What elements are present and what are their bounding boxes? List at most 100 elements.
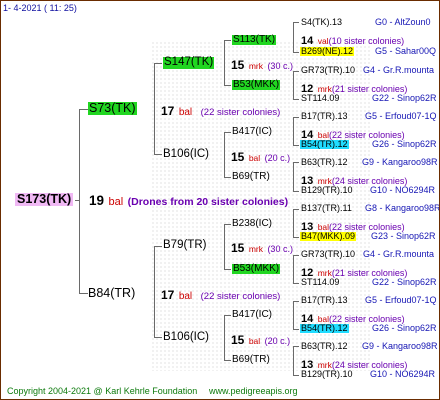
connector-line (293, 162, 294, 192)
connector-line (293, 117, 294, 146)
ancestor-r4[interactable]: B63(TR).12 (301, 158, 348, 167)
root-queen[interactable]: S173(TK) (15, 193, 74, 206)
connector-line (293, 52, 299, 53)
connector-line (154, 246, 155, 338)
connector-line (293, 209, 299, 210)
connector-line (293, 346, 294, 376)
ancestor-r6[interactable]: GR73(TR).10 (301, 250, 355, 259)
gen3-a-mating-info: 15 mrk (30 c.) (231, 57, 293, 73)
gen3-queen-d[interactable]: B106(IC) (163, 331, 209, 344)
gen4-queen-2[interactable]: B53(MKK) (232, 80, 281, 90)
ancestor-r8b[interactable]: B129(TR).10 (301, 370, 353, 379)
gen4-queen-7[interactable]: B417(IC) (232, 310, 272, 320)
connector-line (224, 269, 231, 270)
connector-line (224, 315, 225, 361)
gen4-queen-6[interactable]: B53(MKK) (232, 264, 281, 274)
connector-line (224, 132, 225, 178)
gen4-queen-5[interactable]: B238(IC) (232, 219, 272, 229)
gen3-queen-c[interactable]: B79(TR) (163, 239, 206, 252)
gen3-c-unit: mrk (248, 244, 263, 254)
ancestor-r1[interactable]: S4(TK).13 (301, 18, 342, 27)
gen3-queen-a[interactable]: S147(TK) (163, 56, 215, 69)
connector-line (293, 301, 294, 330)
connector-line (293, 375, 299, 376)
sire2-mating-info: 17 bal (22 sister colonies) (161, 287, 280, 303)
ancestor-r8[interactable]: B63(TR).12 (301, 342, 348, 351)
connector-line (293, 329, 299, 330)
ancestor-r5[interactable]: B137(TR).11 (301, 204, 352, 213)
connector-line (293, 99, 299, 100)
gen3-b-colonies: (20 c.) (264, 153, 291, 163)
ancestor-r3b-code: G26 - Sinop62R (372, 139, 437, 149)
connector-line (224, 132, 231, 133)
connector-line (293, 255, 294, 284)
gen3-c-mating-info: 15 mrk (30 c.) (231, 240, 293, 256)
gen3-d-colonies: (20 c.) (264, 336, 291, 346)
ancestor-r2b[interactable]: ST114.09 (301, 94, 339, 103)
connector-line (224, 224, 231, 225)
connector-line (293, 191, 299, 192)
sire1-colonies: (22 sister colonies) (200, 107, 281, 118)
connector-line (293, 283, 299, 284)
ancestor-r6b[interactable]: ST114.09 (301, 278, 339, 287)
ancestor-r3-code: G5 - Erfoud07-1Q (365, 111, 437, 121)
connector-line (293, 301, 299, 302)
ancestor-r7b-code: G26 - Sinop62R (372, 323, 437, 333)
sire1-mating-info: 17 bal (22 sister colonies) (161, 103, 280, 119)
connector-line (293, 22, 299, 23)
connector-line (224, 40, 231, 41)
ancestor-r4-code: G9 - Kangaroo98R (362, 157, 438, 167)
connector-line (79, 109, 80, 294)
gen3-b-unit: bal (248, 153, 261, 163)
ancestor-r1b-code: G5 - Sahar00Q (375, 46, 437, 56)
ancestor-r5b[interactable]: B47(MKK).09 (300, 232, 357, 241)
gen3-queen-b[interactable]: B106(IC) (163, 148, 209, 161)
gen3-c-number: 15 (231, 241, 245, 255)
ancestor-r8-code: G9 - Kangaroo98R (362, 341, 438, 351)
ancestor-r4b[interactable]: B129(TR).10 (301, 186, 353, 195)
ancestor-r5b-code: G23 - Sinop62R (371, 231, 436, 241)
ancestor-r3b[interactable]: B54(TR).12 (300, 140, 349, 149)
sire1-number: 17 (161, 104, 175, 118)
connector-line (154, 246, 162, 247)
website-link[interactable]: www.pedigreeapis.org (209, 387, 298, 396)
gen4-queen-8[interactable]: B69(TR) (232, 355, 270, 365)
ancestor-r8b-code: G10 - NO6294R (370, 369, 436, 379)
ancestor-r3[interactable]: B17(TR).13 (301, 112, 348, 121)
connector-line (224, 40, 225, 86)
gen3-b-mating-info: 15 bal (20 c.) (231, 149, 290, 165)
connector-line (293, 145, 299, 146)
ancestor-r1-unit: val (317, 36, 329, 46)
gen3-d-mating-info: 15 bal (20 c.) (231, 332, 290, 348)
ancestor-r6-code: G4 - Gr.R.mounta (363, 249, 435, 259)
ancestor-r5-code: G8 - Kangaroo98R (365, 203, 440, 213)
gen4-queen-1[interactable]: S113(TK) (232, 35, 277, 45)
connector-line (293, 71, 294, 100)
connector-line (224, 224, 225, 270)
gen3-a-number: 15 (231, 58, 245, 72)
pedigree-frame: 1- 4-2021 ( 11: 25) S173(TK) 19 bal (Dro… (0, 0, 440, 400)
connector-line (293, 22, 294, 53)
ancestor-r2[interactable]: GR73(TR).10 (301, 66, 355, 75)
connector-line (293, 117, 299, 118)
connector-line (293, 237, 299, 238)
ancestor-r2b-code: G22 - Sinop62R (372, 93, 437, 103)
ancestor-r1b[interactable]: B269(NE).12 (300, 47, 355, 56)
ancestor-r6b-code: G22 - Sinop62R (372, 277, 437, 287)
sire1-queen[interactable]: S73(TK) (88, 102, 137, 115)
root-drone-note: (Drones from 20 sister colonies) (127, 196, 289, 208)
ancestor-r7b[interactable]: B54(TR).12 (300, 324, 349, 333)
ancestor-r4b-code: G10 - NO6294R (370, 185, 436, 195)
connector-line (154, 154, 162, 155)
root-mating-info: 19 bal (Drones from 20 sister colonies) (89, 193, 288, 209)
date-header: 1- 4-2021 ( 11: 25) (3, 3, 77, 13)
sire2-queen[interactable]: B84(TR) (88, 287, 135, 300)
gen3-b-number: 15 (231, 150, 245, 164)
connector-line (293, 71, 299, 72)
gen4-queen-4[interactable]: B69(TR) (232, 172, 270, 182)
connector-line (224, 85, 231, 86)
gen4-queen-3[interactable]: B417(IC) (232, 127, 272, 137)
connector-line (293, 162, 299, 163)
ancestor-r7[interactable]: B17(TR).13 (301, 296, 348, 305)
connector-line (293, 346, 299, 347)
